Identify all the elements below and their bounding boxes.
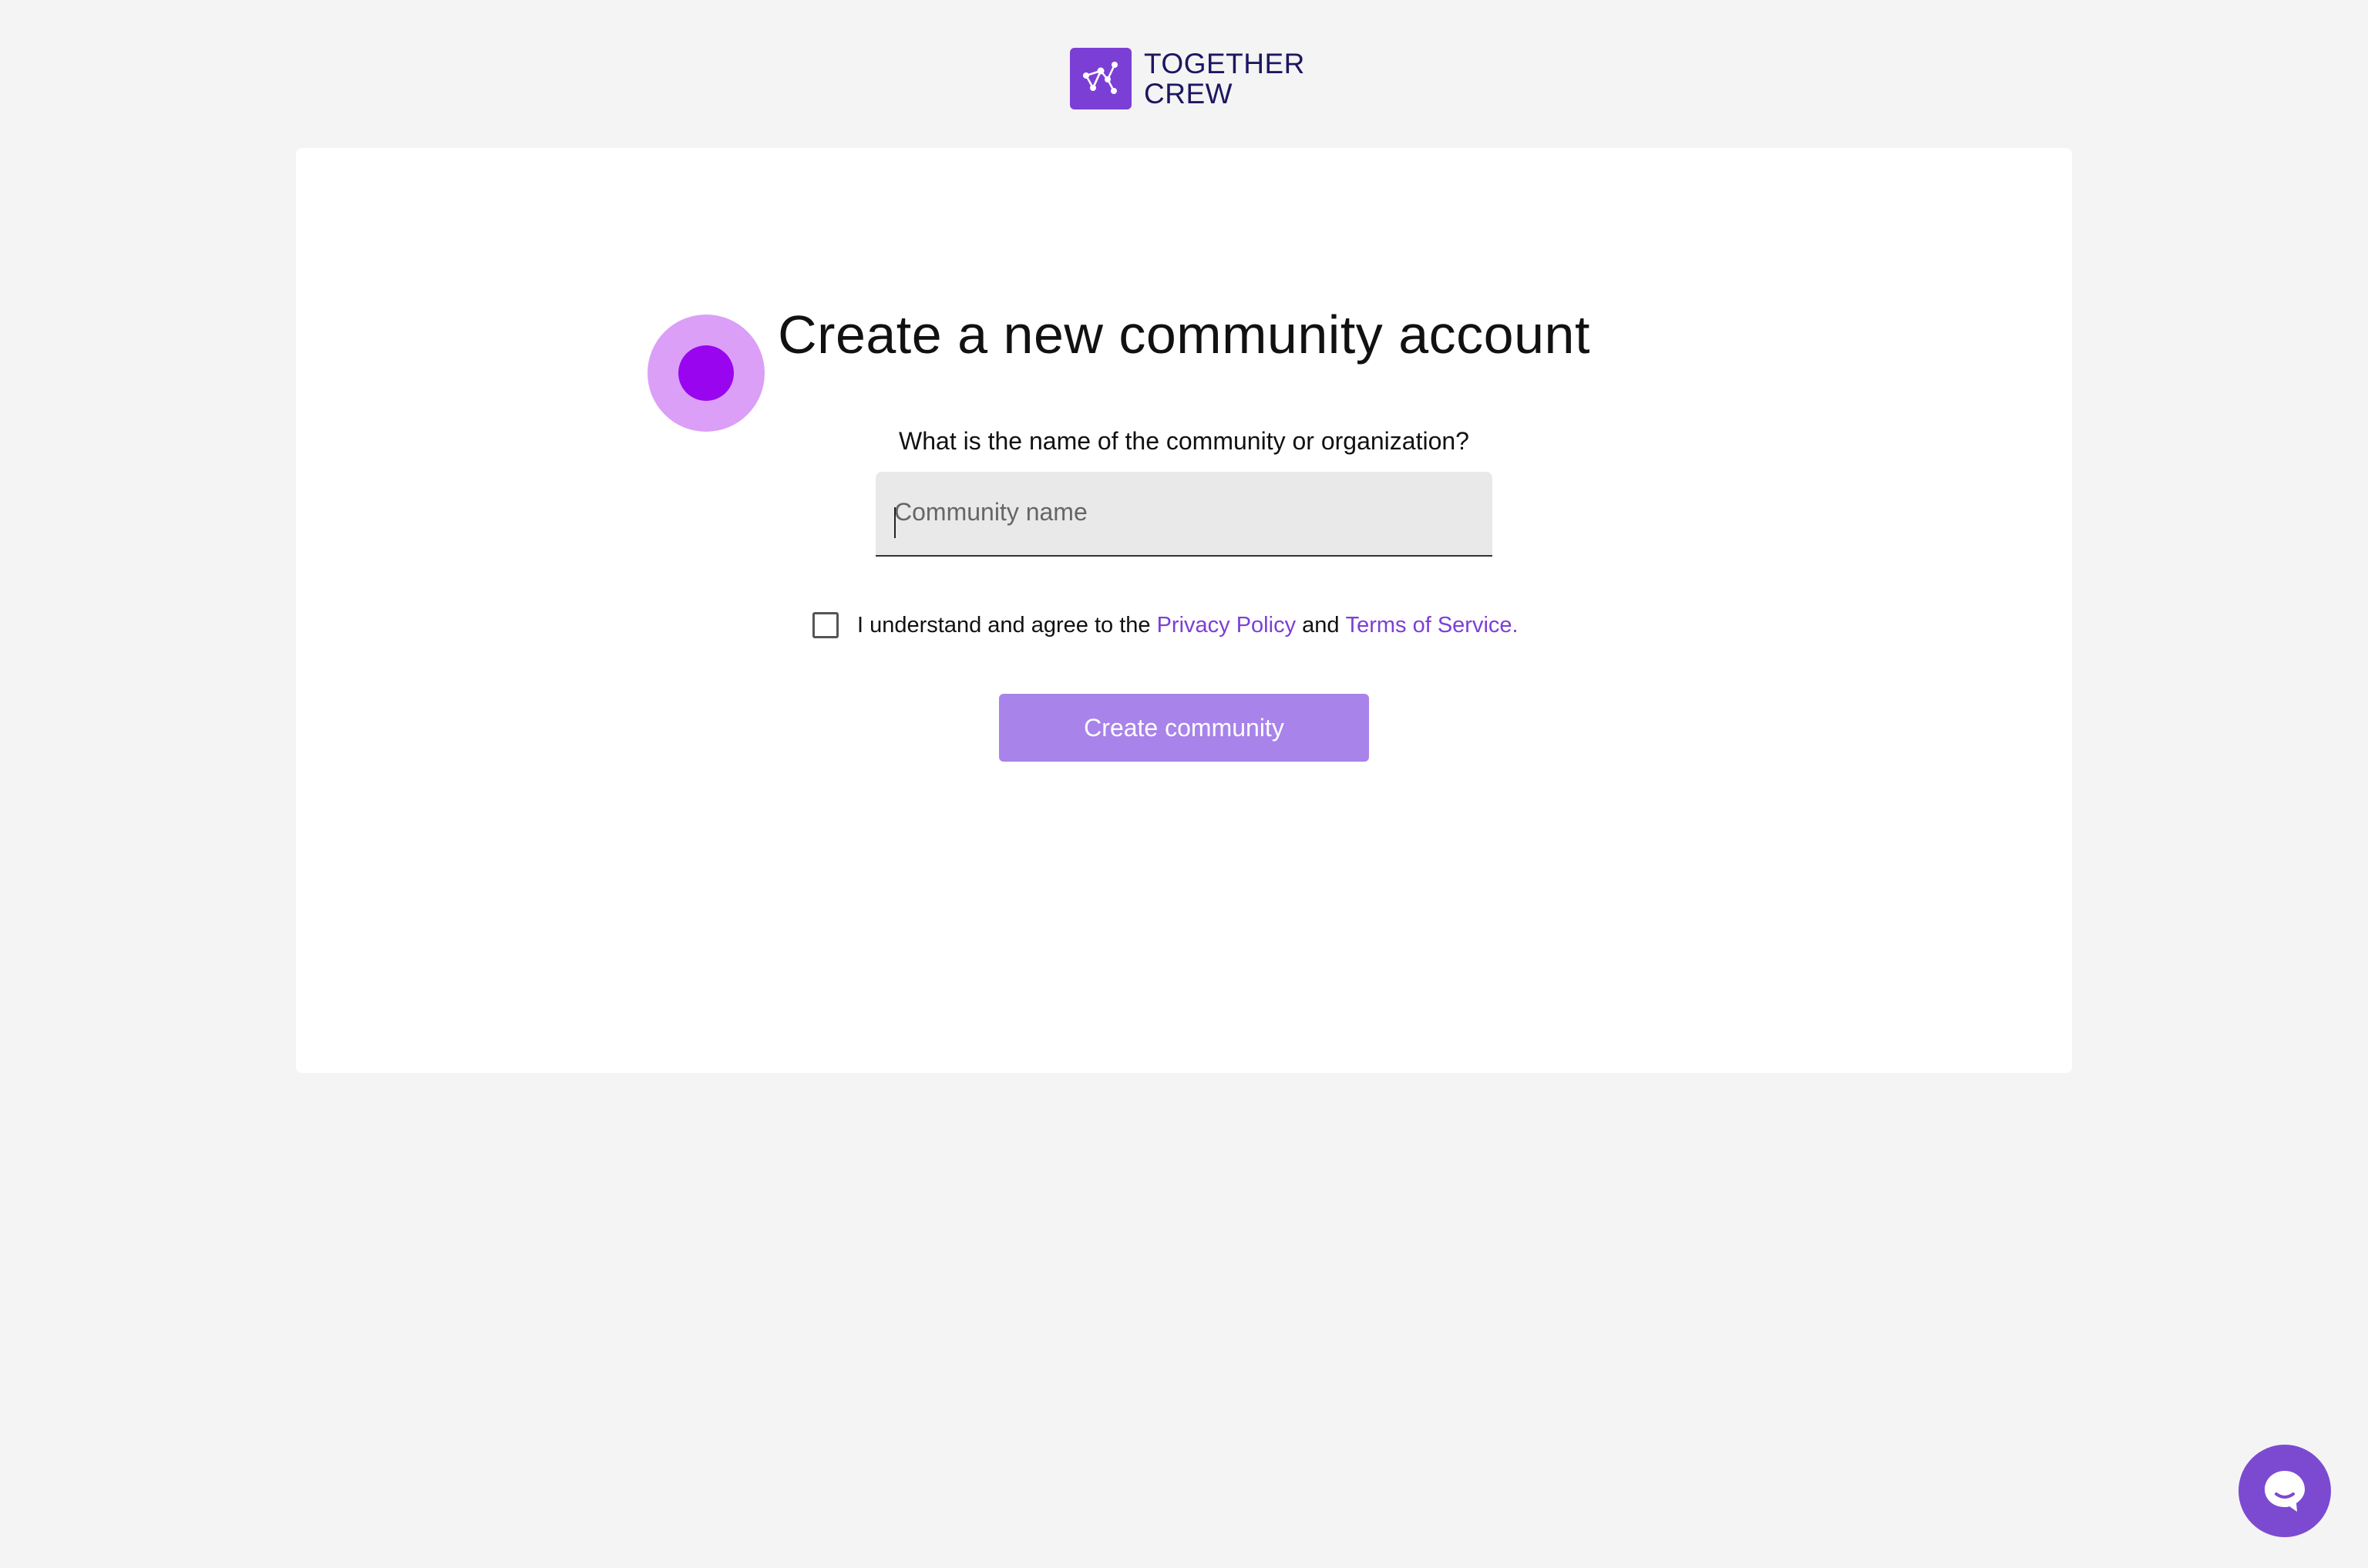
brand-wordmark: TOGETHER CREW <box>1144 49 1305 109</box>
text-cursor <box>894 507 896 538</box>
terms-of-service-link[interactable]: Terms of Service. <box>1346 613 1519 638</box>
page-title: Create a new community account <box>778 305 1590 365</box>
create-community-card: Create a new community account What is t… <box>296 148 2072 1073</box>
network-graph-icon <box>1070 48 1132 109</box>
community-name-question: What is the name of the community or org… <box>899 427 1469 455</box>
brand-wordmark-line1: TOGETHER <box>1144 48 1305 79</box>
create-community-button[interactable]: Create community <box>999 694 1369 762</box>
privacy-policy-link[interactable]: Privacy Policy <box>1157 613 1297 638</box>
click-indicator-dot <box>678 345 734 401</box>
chat-bubble-icon <box>2238 1445 2331 1537</box>
brand-wordmark-line2: CREW <box>1144 78 1233 109</box>
agreement-row: I understand and agree to the Privacy Po… <box>812 611 1519 640</box>
chat-launcher-button[interactable] <box>2238 1445 2331 1537</box>
agreement-text: I understand and agree to the <box>857 612 1151 638</box>
community-name-field[interactable] <box>876 472 1492 557</box>
community-name-input[interactable] <box>894 489 1465 535</box>
agreement-checkbox[interactable] <box>812 612 839 638</box>
agreement-and-text: and <box>1302 612 1340 638</box>
brand-logo: TOGETHER CREW <box>1070 48 1305 109</box>
